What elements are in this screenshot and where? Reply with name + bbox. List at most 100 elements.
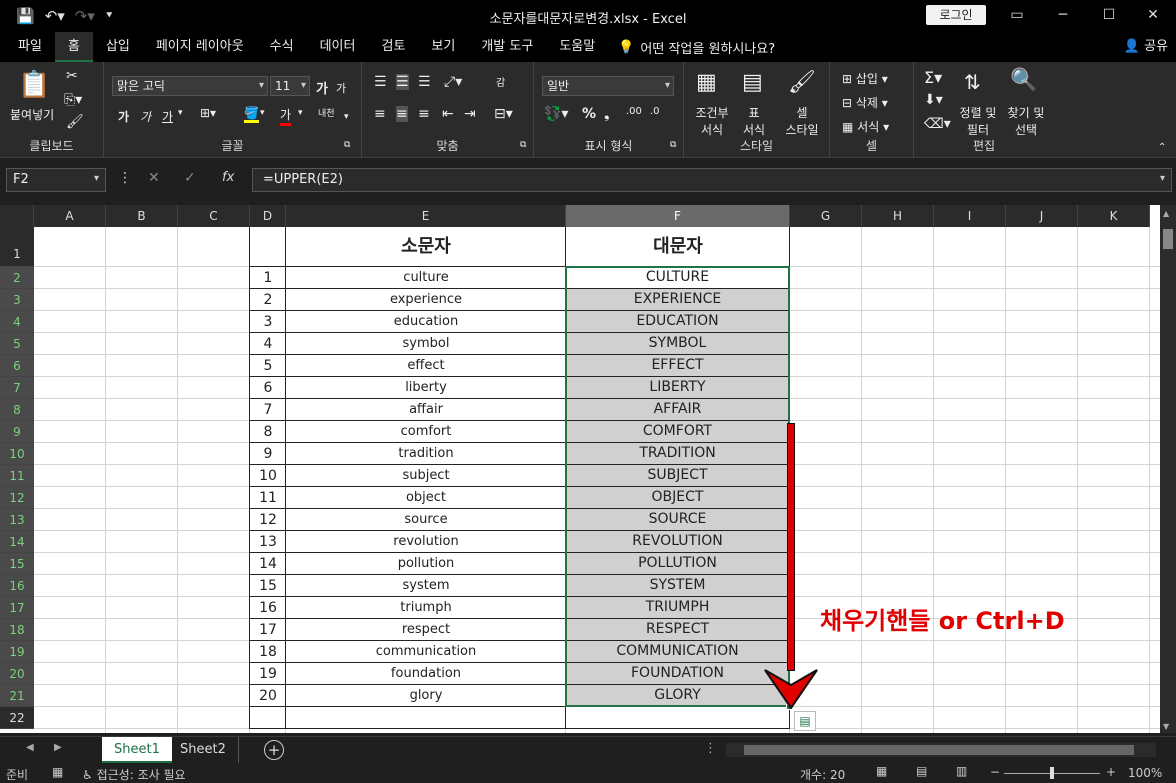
row-number-cell[interactable]: 5 <box>250 355 286 377</box>
row-number-cell[interactable]: 19 <box>250 663 286 685</box>
orientation-icon[interactable]: ⤢▾ <box>444 74 462 90</box>
find-select-icon[interactable]: 🔍 <box>1010 68 1037 93</box>
format-table-icon[interactable]: ▤ <box>742 70 763 95</box>
add-sheet-icon[interactable]: + <box>264 740 284 760</box>
align-center-icon[interactable]: ≡ <box>396 106 408 122</box>
tell-me-box[interactable]: 💡 어떤 작업을 원하시나요? <box>608 38 775 57</box>
zoom-out-icon[interactable]: − <box>990 765 1000 779</box>
tab-developer[interactable]: 개발 도구 <box>468 32 546 62</box>
tab-split-icon[interactable]: ⋮ <box>704 741 717 756</box>
column-header-a[interactable]: A <box>34 205 106 227</box>
tab-home[interactable]: 홈 <box>54 32 93 62</box>
clear-icon[interactable]: ⌫▾ <box>924 116 951 132</box>
save-icon[interactable]: 💾 <box>16 7 35 25</box>
fill-color-icon[interactable]: 🪣 <box>244 106 259 123</box>
column-header-j[interactable]: J <box>1006 205 1078 227</box>
tab-insert[interactable]: 삽입 <box>93 32 143 62</box>
row-header-11[interactable]: 11 <box>0 465 34 487</box>
increase-decimal-icon[interactable]: .00 <box>626 106 642 117</box>
row-number-cell[interactable]: 20 <box>250 685 286 707</box>
scroll-up-icon[interactable]: ▲ <box>1163 209 1169 218</box>
horizontal-scrollbar[interactable] <box>726 743 1156 757</box>
lowercase-cell[interactable]: affair <box>286 399 566 421</box>
tab-view[interactable]: 보기 <box>418 32 468 62</box>
close-button[interactable]: ✕ <box>1130 0 1176 32</box>
column-header-h[interactable]: H <box>862 205 934 227</box>
enter-icon[interactable]: ✓ <box>184 170 196 186</box>
column-header-f[interactable]: F <box>566 205 790 227</box>
fill-icon[interactable]: ⬇▾ <box>924 92 943 108</box>
row-header-17[interactable]: 17 <box>0 597 34 619</box>
cancel-icon[interactable]: ✕ <box>148 170 160 186</box>
decrease-decimal-icon[interactable]: .0 <box>650 106 660 117</box>
row-header-22[interactable]: 22 <box>0 707 34 729</box>
copy-icon[interactable]: ⎘▾ <box>64 92 82 108</box>
align-left-icon[interactable]: ≡ <box>374 106 386 122</box>
minimize-button[interactable]: ─ <box>1040 0 1086 32</box>
percent-button[interactable]: % <box>582 106 596 122</box>
normal-view-icon[interactable]: ▦ <box>876 764 887 778</box>
insert-function-button[interactable]: fx <box>222 170 234 185</box>
row-number-cell[interactable]: 13 <box>250 531 286 553</box>
vertical-scroll-thumb[interactable] <box>1163 229 1173 249</box>
vertical-scrollbar[interactable]: ▲ ▼ <box>1160 205 1176 733</box>
font-name-dropdown[interactable]: 맑은 고딕 <box>112 76 268 96</box>
next-sheet-icon[interactable]: ▶ <box>54 742 62 753</box>
row-number-cell[interactable]: 10 <box>250 465 286 487</box>
tab-formulas[interactable]: 수식 <box>257 32 307 62</box>
lowercase-cell[interactable]: experience <box>286 289 566 311</box>
merge-center-icon[interactable]: ⊟▾ <box>494 106 513 122</box>
lowercase-cell[interactable]: culture <box>286 267 566 289</box>
row-header-7[interactable]: 7 <box>0 377 34 399</box>
cut-icon[interactable]: ✂ <box>66 68 78 84</box>
page-layout-view-icon[interactable]: ▤ <box>916 764 927 778</box>
lowercase-cell[interactable]: respect <box>286 619 566 641</box>
more-options-icon[interactable]: ⋮ <box>118 170 132 186</box>
row-number-cell[interactable]: 15 <box>250 575 286 597</box>
row-header-4[interactable]: 4 <box>0 311 34 333</box>
delete-cells-button[interactable]: ⊟ 삭제 ▾ <box>842 94 888 111</box>
restore-button[interactable]: ☐ <box>1086 0 1132 32</box>
undo-icon[interactable]: ↶▾ <box>45 7 65 25</box>
redo-icon[interactable]: ↷▾ <box>75 7 95 25</box>
row-number-cell[interactable]: 8 <box>250 421 286 443</box>
bold-button[interactable]: 가 <box>118 108 129 125</box>
autosum-icon[interactable]: Σ▾ <box>924 68 942 87</box>
accounting-format-icon[interactable]: 💱▾ <box>544 106 568 122</box>
row-header-16[interactable]: 16 <box>0 575 34 597</box>
font-color-dropdown-icon[interactable]: ▾ <box>298 108 303 118</box>
quick-analysis-icon[interactable]: ▤ <box>794 711 816 731</box>
lowercase-cell[interactable]: triumph <box>286 597 566 619</box>
row-number-cell[interactable]: 9 <box>250 443 286 465</box>
row-number-cell[interactable]: 3 <box>250 311 286 333</box>
row-header-5[interactable]: 5 <box>0 333 34 355</box>
share-button[interactable]: 👤 공유 <box>1124 32 1168 62</box>
row-number-cell[interactable]: 1 <box>250 267 286 289</box>
lowercase-cell[interactable]: education <box>286 311 566 333</box>
expand-formula-icon[interactable]: ▾ <box>1160 173 1165 184</box>
name-box[interactable]: F2 <box>6 168 106 192</box>
border-icon[interactable]: ⊞▾ <box>200 106 216 120</box>
row-header-14[interactable]: 14 <box>0 531 34 553</box>
underline-dropdown-icon[interactable]: ▾ <box>178 108 183 118</box>
zoom-slider-thumb[interactable] <box>1050 767 1054 779</box>
zoom-in-icon[interactable]: + <box>1106 765 1116 779</box>
comma-style-icon[interactable]: ❟ <box>604 106 610 122</box>
row-header-21[interactable]: 21 <box>0 685 34 707</box>
lowercase-cell[interactable]: subject <box>286 465 566 487</box>
row-header-19[interactable]: 19 <box>0 641 34 663</box>
font-color-button[interactable]: 가 <box>280 106 292 126</box>
insert-cells-button[interactable]: ⊞ 삽입 ▾ <box>842 70 888 87</box>
format-cells-button[interactable]: ▦ 서식 ▾ <box>842 118 889 135</box>
shrink-font-button[interactable]: 가 <box>336 80 346 96</box>
row-number-cell[interactable]: 18 <box>250 641 286 663</box>
row-number-cell[interactable]: 4 <box>250 333 286 355</box>
row-number-cell[interactable]: 2 <box>250 289 286 311</box>
selection-range[interactable] <box>565 266 790 707</box>
horizontal-scroll-thumb[interactable] <box>744 745 1134 755</box>
name-box-dropdown-icon[interactable]: ▾ <box>94 173 99 184</box>
tab-file[interactable]: 파일 <box>0 32 55 62</box>
row-header-13[interactable]: 13 <box>0 509 34 531</box>
row-number-cell[interactable]: 7 <box>250 399 286 421</box>
find-select-button[interactable]: 찾기 및 선택 <box>1002 104 1050 138</box>
